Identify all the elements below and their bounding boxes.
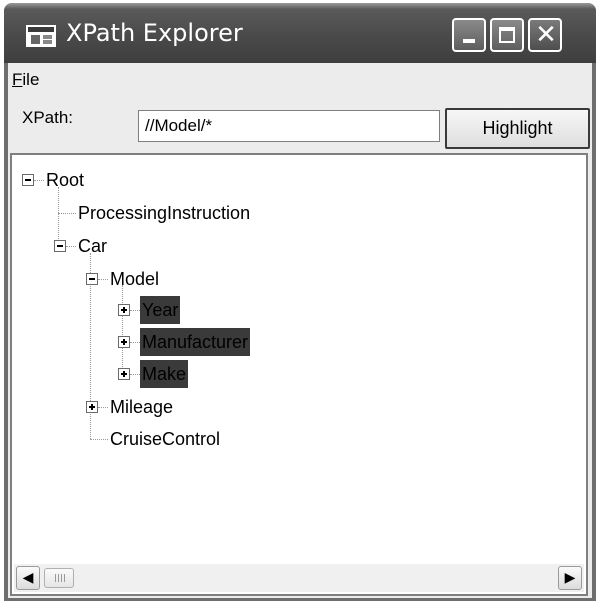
collapse-icon[interactable] xyxy=(54,240,66,252)
horizontal-scrollbar[interactable]: ◀ ▶ xyxy=(14,564,584,592)
collapse-icon[interactable] xyxy=(86,273,98,285)
expand-icon[interactable] xyxy=(118,304,130,316)
menu-file[interactable]: File xyxy=(12,70,39,90)
tree-node-root[interactable]: Root xyxy=(46,166,84,194)
tree-node-model[interactable]: Model xyxy=(110,265,159,293)
tree-node-mileage[interactable]: Mileage xyxy=(110,393,173,421)
tree-connector xyxy=(130,310,140,311)
tree-connector xyxy=(130,374,140,375)
menu-file-label: ile xyxy=(22,70,40,89)
menu-bar: File xyxy=(8,63,592,95)
tree-connector xyxy=(98,279,108,280)
tree-connector xyxy=(90,439,108,440)
expand-icon[interactable] xyxy=(118,368,130,380)
chevron-left-icon: ◀ xyxy=(22,570,34,586)
tree-node-car[interactable]: Car xyxy=(78,232,107,260)
tree-node-cruise-control[interactable]: CruiseControl xyxy=(110,425,220,453)
tree-node-manufacturer[interactable]: Manufacturer xyxy=(140,328,251,356)
xml-tree-view[interactable]: Root ProcessingInstruction Car Model Yea… xyxy=(10,153,588,596)
minimize-icon xyxy=(463,39,475,43)
tree-connector xyxy=(130,342,140,343)
xpath-input[interactable] xyxy=(138,110,440,142)
maximize-button[interactable] xyxy=(490,18,524,52)
expand-icon[interactable] xyxy=(86,401,98,413)
close-icon: ✕ xyxy=(535,20,557,50)
chevron-right-icon: ▶ xyxy=(564,570,576,586)
client-area: File XPath: Highlight Root ProcessingIns… xyxy=(8,63,592,598)
scroll-left-button[interactable]: ◀ xyxy=(16,566,40,590)
xpath-label: XPath: xyxy=(22,108,74,127)
scroll-right-button[interactable]: ▶ xyxy=(558,566,582,590)
window-title: XPath Explorer xyxy=(66,19,243,47)
scroll-thumb[interactable] xyxy=(44,568,74,588)
tree-connector xyxy=(34,180,44,181)
tree-connector xyxy=(58,213,76,214)
expand-icon[interactable] xyxy=(118,336,130,348)
app-window: XPath Explorer ✕ File XPath: Highlight xyxy=(4,3,596,601)
close-button[interactable]: ✕ xyxy=(528,18,562,52)
tree-node-make[interactable]: Make xyxy=(140,360,189,388)
collapse-icon[interactable] xyxy=(22,174,34,186)
tree-node-year[interactable]: Year xyxy=(140,296,181,324)
app-window-icon[interactable] xyxy=(26,25,56,47)
tree-connector xyxy=(98,407,108,408)
menu-file-mnemonic: F xyxy=(12,70,23,89)
minimize-button[interactable] xyxy=(452,18,486,52)
tree-connector xyxy=(122,285,123,375)
maximize-icon xyxy=(499,27,515,43)
title-bar[interactable]: XPath Explorer ✕ xyxy=(4,3,596,63)
tree-connector xyxy=(66,246,76,247)
highlight-button[interactable]: Highlight xyxy=(445,108,590,149)
tree-node-processing-instruction[interactable]: ProcessingInstruction xyxy=(78,199,250,227)
